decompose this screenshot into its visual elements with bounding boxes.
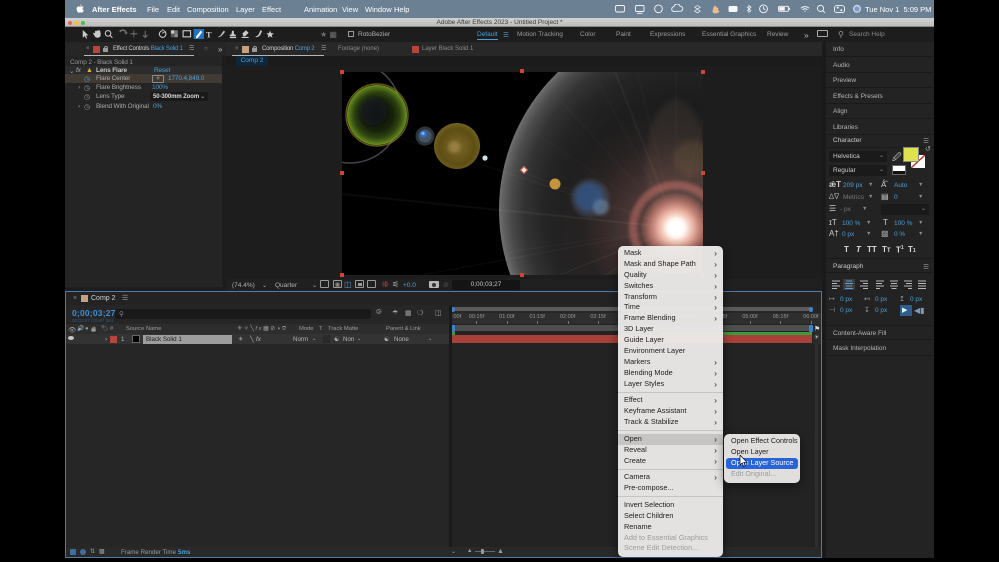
svg-text:T: T — [206, 29, 212, 39]
